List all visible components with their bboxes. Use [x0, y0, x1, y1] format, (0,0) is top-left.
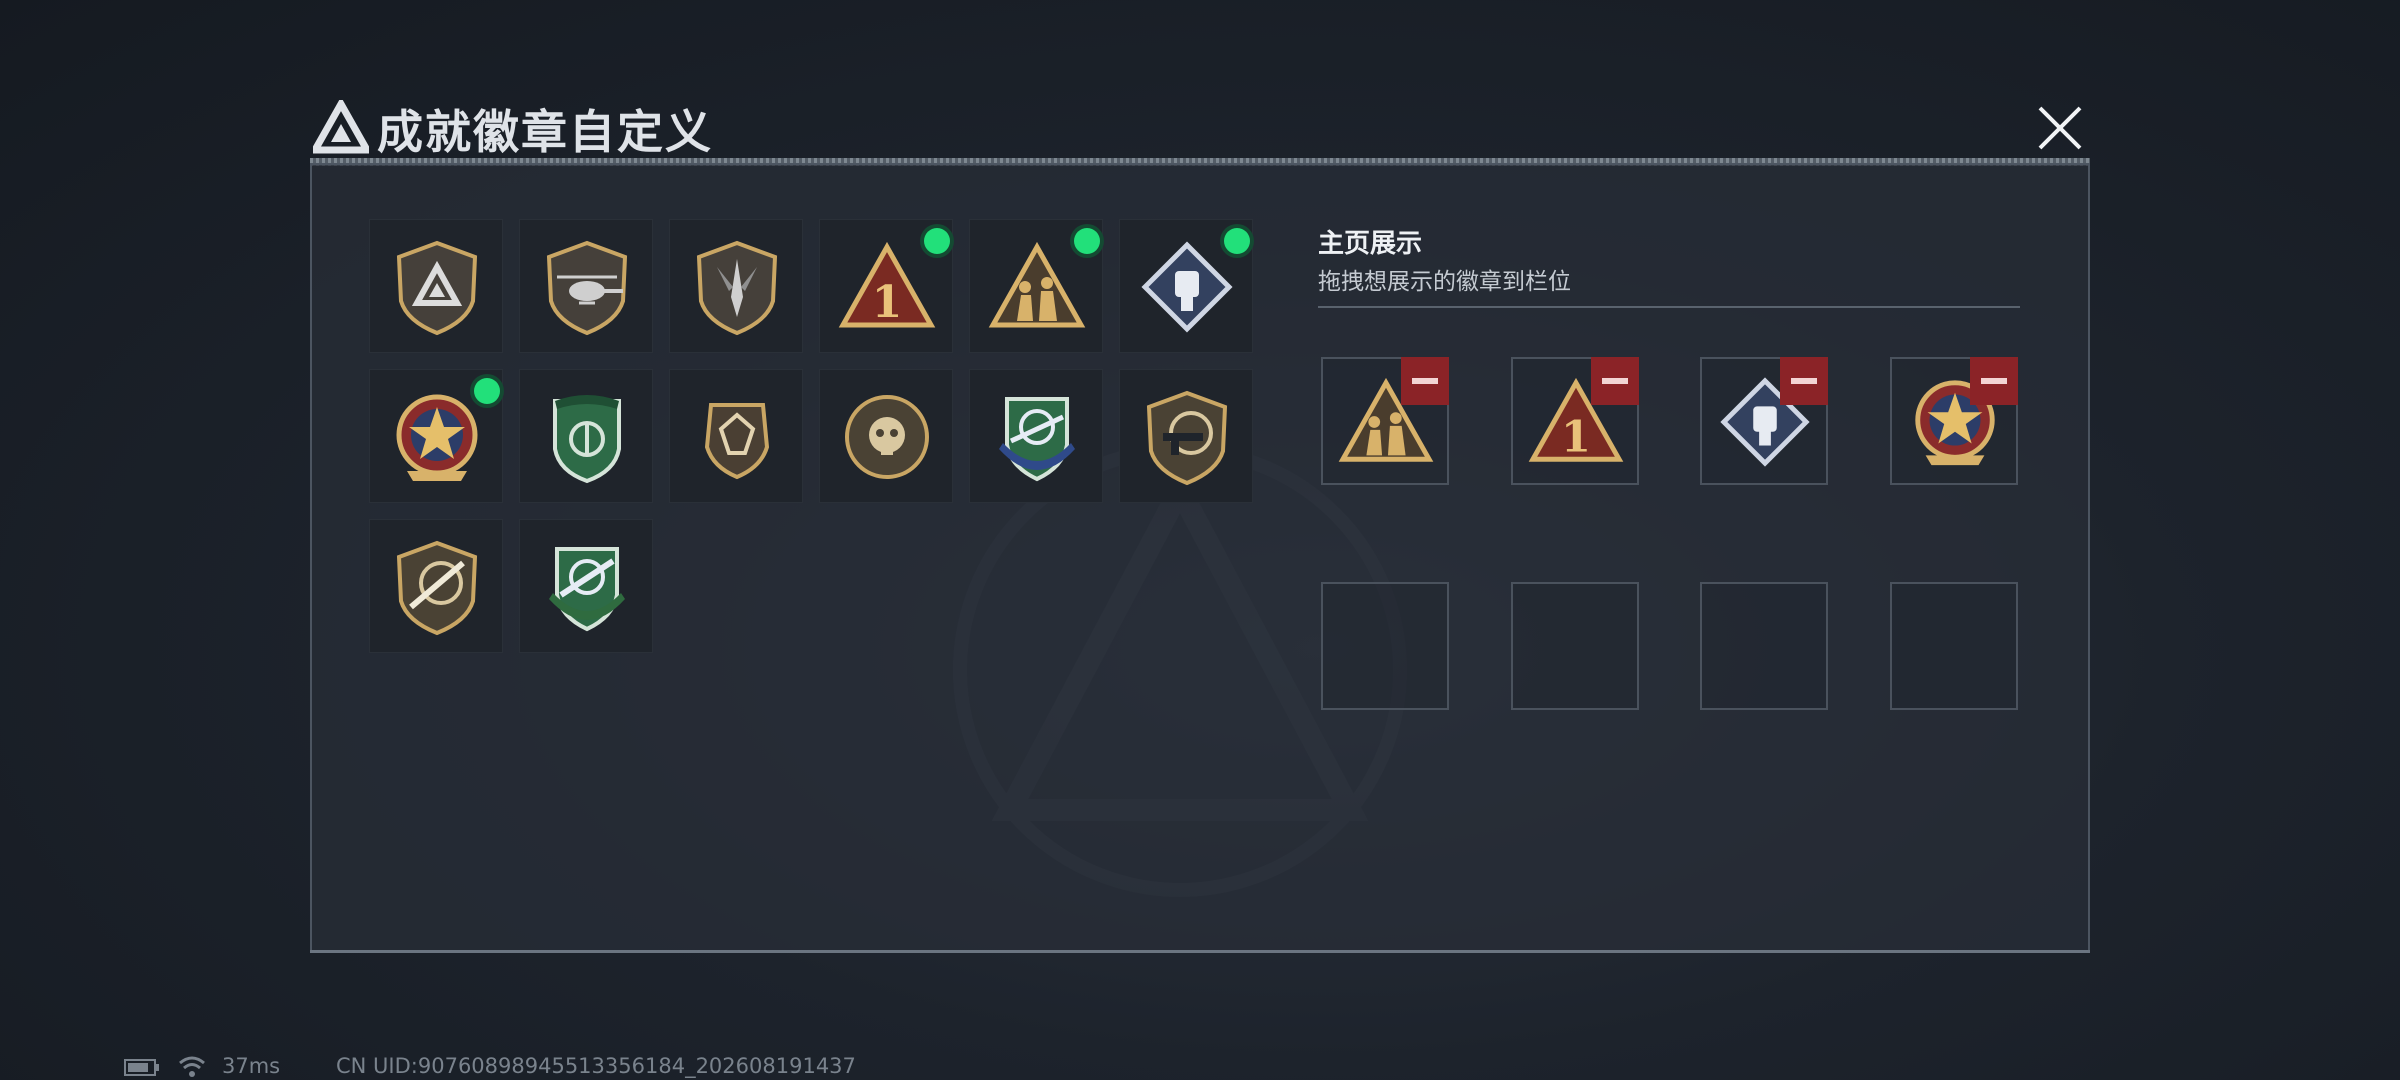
badge-cell[interactable]	[1119, 369, 1253, 503]
badge-cell[interactable]	[819, 369, 953, 503]
new-indicator	[474, 378, 500, 404]
page-title: 成就徽章自定义	[377, 105, 713, 159]
remove-badge-button[interactable]	[1970, 357, 2018, 405]
showcase-title: 主页展示	[1318, 229, 1423, 259]
smg-shield-badge-icon	[1146, 390, 1228, 486]
uid-text: CN UID:907608989455133561­84_20260819143…	[336, 1054, 856, 1078]
showcase-slot-6[interactable]	[1511, 582, 1639, 710]
badge-cell[interactable]	[669, 369, 803, 503]
showcase-slot-3[interactable]	[1700, 357, 1828, 485]
badge-cell[interactable]	[519, 369, 653, 503]
badge-cell[interactable]	[369, 369, 503, 503]
green-rifle-crest-badge-icon	[549, 547, 625, 632]
badge-cell[interactable]	[519, 519, 653, 653]
badge-cell[interactable]	[369, 219, 503, 353]
showcase-instruction: 拖拽想展示的徽章到栏位	[1318, 269, 1571, 295]
badge-cell[interactable]	[369, 519, 503, 653]
wifi-icon	[179, 1056, 205, 1077]
badge-cell[interactable]	[969, 369, 1103, 503]
new-indicator	[924, 228, 950, 254]
dagger-shield-badge-icon	[696, 240, 778, 336]
showcase-slot-2[interactable]: 1	[1511, 357, 1639, 485]
showcase-slot-7[interactable]	[1700, 582, 1828, 710]
divider	[1318, 306, 2020, 308]
showcase-slot-8[interactable]	[1890, 582, 2018, 710]
new-indicator	[1074, 228, 1100, 254]
remove-badge-button[interactable]	[1591, 357, 1639, 405]
badge-cell[interactable]: 1	[819, 219, 953, 353]
showcase-slot-1[interactable]	[1321, 357, 1449, 485]
remove-badge-button[interactable]	[1401, 357, 1449, 405]
battery-icon	[124, 1059, 159, 1076]
soldiers-triangle-badge-icon	[988, 241, 1086, 328]
svg-text:1: 1	[872, 277, 903, 328]
showcase-slot-5[interactable]	[1321, 582, 1449, 710]
fist-diamond-badge-icon	[1141, 241, 1233, 333]
ping-text: 37ms	[222, 1054, 281, 1078]
svg-text:1: 1	[1561, 412, 1591, 462]
title-bar: 成就徽章自定义	[305, 92, 2095, 172]
badge-cell[interactable]	[1119, 219, 1253, 353]
close-icon[interactable]	[2032, 100, 2088, 156]
skull-crest-badge-icon	[845, 395, 929, 479]
remove-badge-button[interactable]	[1780, 357, 1828, 405]
green-winged-shield-badge-icon	[553, 395, 621, 484]
badge-cell[interactable]	[519, 219, 653, 353]
panel-bottom-border	[310, 950, 2090, 953]
delta-shield-badge-icon	[396, 240, 478, 336]
blue-rifle-shield-badge-icon	[999, 397, 1075, 482]
badge-cell[interactable]	[969, 219, 1103, 353]
number-one-triangle-badge-icon: 1	[838, 241, 936, 328]
new-indicator	[1224, 228, 1250, 254]
delta-logo-icon	[313, 100, 369, 154]
helicopter-shield-badge-icon	[546, 240, 628, 336]
gem-shield-badge-icon	[704, 403, 770, 480]
sniper-shield-badge-icon	[396, 540, 478, 636]
star-crest-badge-icon	[396, 394, 478, 481]
showcase-slot-4[interactable]	[1890, 357, 2018, 485]
badge-cell[interactable]	[669, 219, 803, 353]
